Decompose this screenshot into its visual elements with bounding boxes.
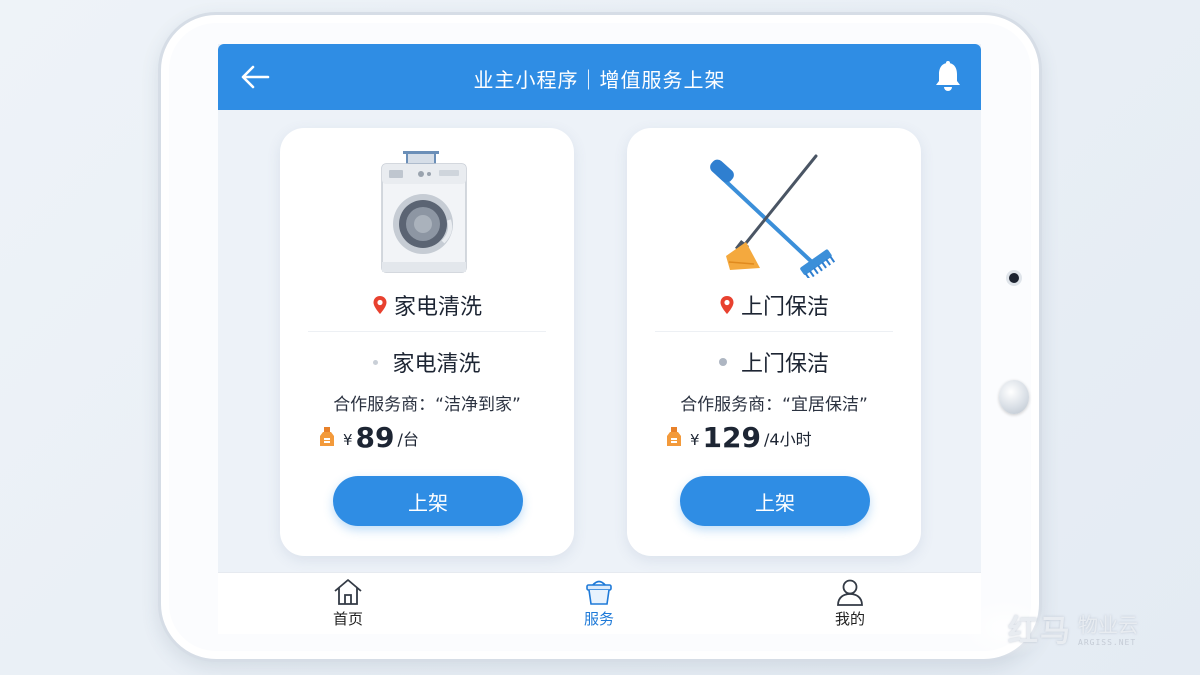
currency-symbol: ¥ [343,431,353,449]
divider [308,331,546,332]
washing-machine-icon [381,151,467,273]
tab-home[interactable]: 首页 [303,577,393,633]
divider [655,331,893,332]
list-service-button[interactable]: 上架 [680,476,870,526]
price-amount: 129 [702,421,761,454]
basket-icon [586,580,612,605]
service-name-text: 上门保洁 [740,352,829,377]
bottom-tab-bar: 首页 服务 我的 [218,572,981,634]
partner-text: 合作服务商：“洁净到家” [333,395,521,415]
location-pin-icon [720,296,734,314]
watermark-side-top: 物业云 [1078,613,1138,637]
list-service-button[interactable]: 上架 [333,476,523,526]
price-unit: /台 [397,430,419,449]
price-amount: 89 [355,421,395,454]
app-screen: 业主小程序｜增值服务上架 家电清洗 家电清洗 合作服务商：“洁净到家” ¥ 89… [218,44,981,634]
watermark-side: 物业云 ARGISS.NET [1078,609,1138,647]
service-card-home-cleaning: 上门保洁 上门保洁 合作服务商：“宜居保洁” ¥ 129 /4小时 上架 [627,128,921,556]
tab-label: 首页 [332,610,363,628]
top-bar: 业主小程序｜增值服务上架 [218,44,981,110]
watermark-main: 红马 [1008,614,1072,649]
home-icon [334,579,362,605]
broom-and-mop-icon [710,154,836,278]
tab-label: 服务 [583,610,614,628]
service-heading: 上门保洁 [627,288,921,322]
bullet-icon [718,358,727,366]
currency-symbol: ¥ [690,431,700,449]
price-tag-icon [320,427,334,446]
user-icon [837,579,863,606]
service-card-appliance-cleaning: 家电清洗 家电清洗 合作服务商：“洁净到家” ¥ 89 /台 上架 [280,128,574,556]
price-row: ¥ 129 /4小时 [665,420,812,454]
service-name-text: 家电清洗 [392,352,481,377]
service-heading-text: 上门保洁 [740,295,829,320]
price-tag-icon [667,427,681,446]
watermark-side-bottom: ARGISS.NET [1078,638,1137,647]
service-heading-text: 家电清洗 [393,295,482,320]
service-heading: 家电清洗 [280,288,574,322]
camera-dot [1006,270,1022,286]
tab-mine[interactable]: 我的 [805,577,895,633]
location-pin-icon [373,296,387,314]
bell-icon[interactable] [933,60,963,94]
tablet-home-button[interactable] [999,380,1029,414]
bullet-icon [373,359,379,365]
partner-text: 合作服务商：“宜居保洁” [680,395,868,415]
tab-service[interactable]: 服务 [554,577,644,633]
service-name: 家电清洗 [280,346,574,378]
tab-label: 我的 [834,610,865,628]
price-row: ¥ 89 /台 [318,420,419,454]
watermark: 红马 物业云 ARGISS.NET [1008,604,1188,652]
service-name: 上门保洁 [627,346,921,378]
page-title: 业主小程序｜增值服务上架 [473,68,726,92]
price-unit: /4小时 [764,430,812,449]
